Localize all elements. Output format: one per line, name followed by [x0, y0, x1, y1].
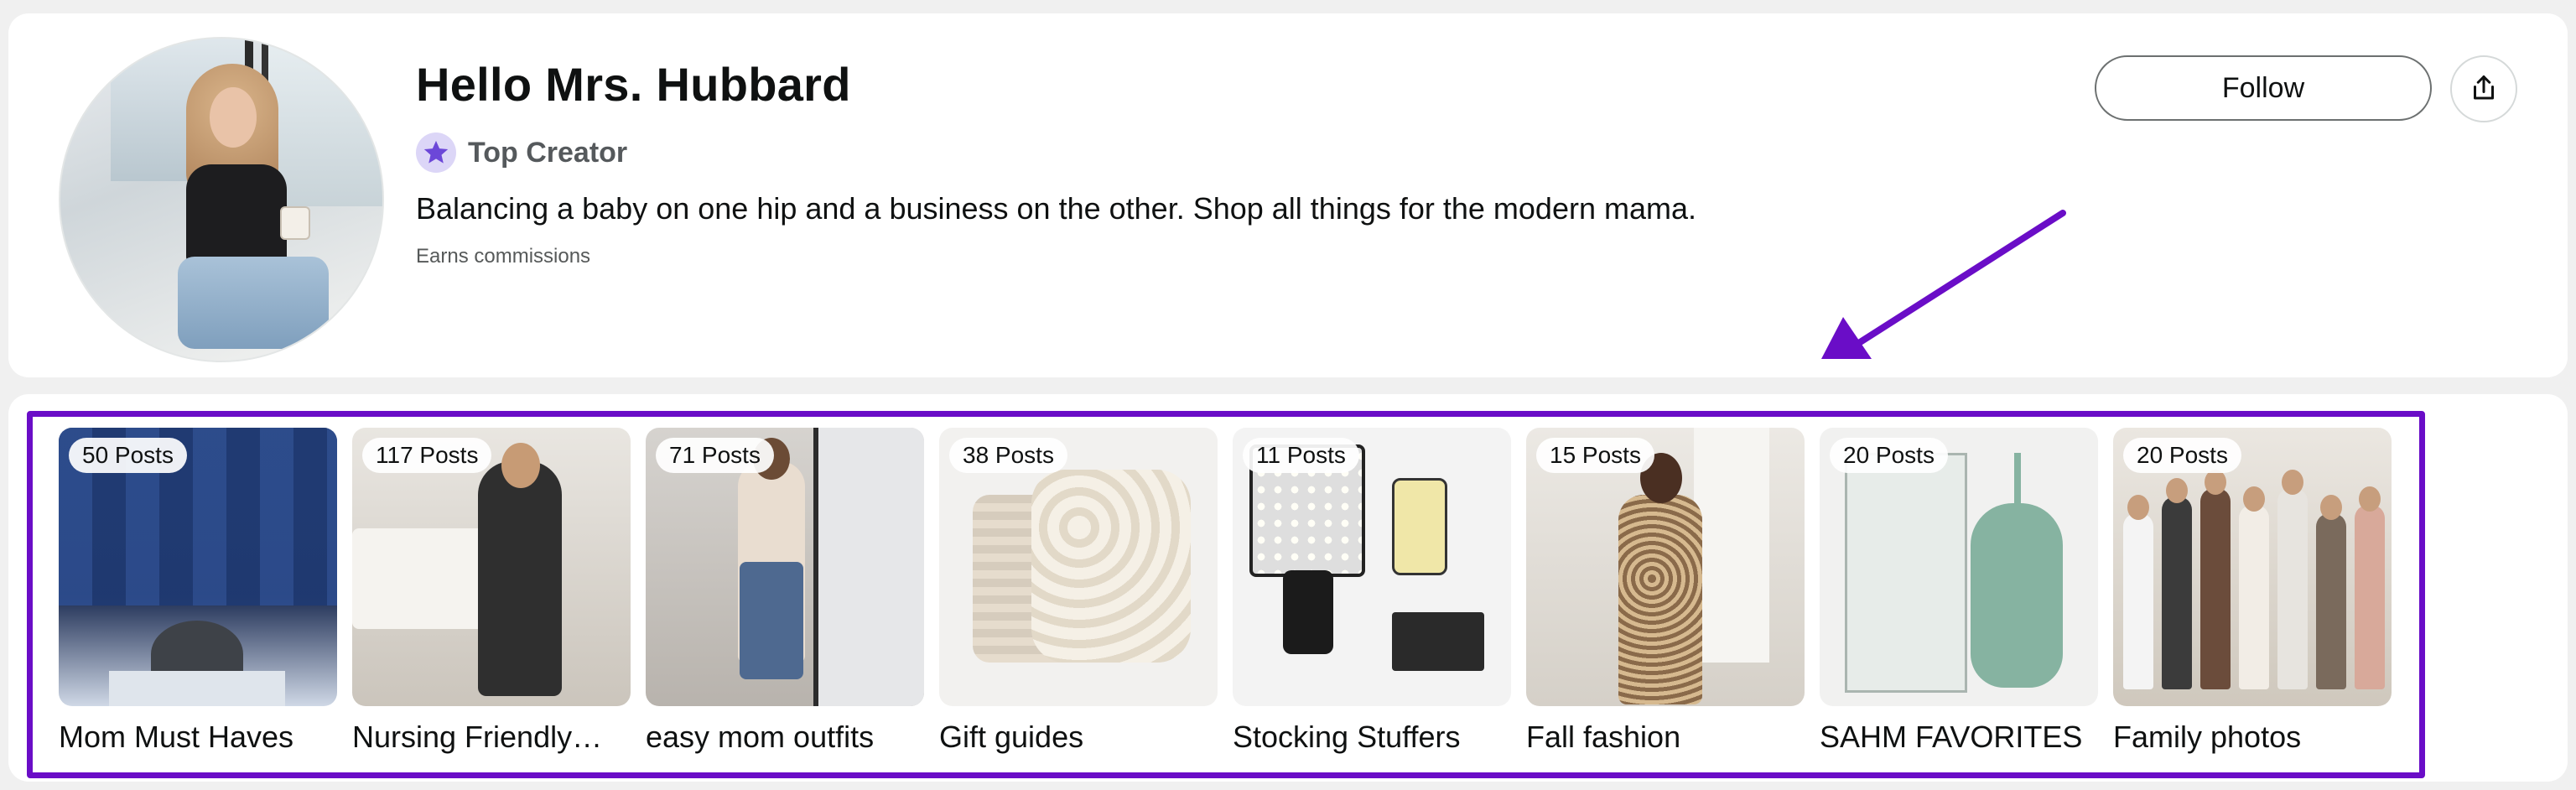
collection-thumbnail[interactable]: 38 Posts — [939, 428, 1218, 706]
top-creator-badge: Top Creator — [416, 133, 627, 173]
collection-thumbnail[interactable]: 71 Posts — [646, 428, 924, 706]
collection-title[interactable]: easy mom outfits — [646, 720, 924, 755]
collection-thumbnail[interactable]: 20 Posts — [1820, 428, 2098, 706]
collection-thumbnail[interactable]: 50 Posts — [59, 428, 337, 706]
posts-count: 20 Posts — [1830, 438, 1948, 473]
posts-count: 38 Posts — [949, 438, 1067, 473]
collection-card[interactable]: 38 Posts Gift guides — [939, 428, 1218, 755]
profile-card: Hello Mrs. Hubbard Top Creator Balancing… — [8, 13, 2568, 377]
posts-count: 50 Posts — [69, 438, 187, 473]
collection-card[interactable]: 20 Posts Family photos — [2113, 428, 2392, 755]
collection-card[interactable]: 50 Posts Mom Must Haves — [59, 428, 337, 755]
annotation-arrow — [1821, 210, 2066, 359]
collection-title[interactable]: Gift guides — [939, 720, 1218, 755]
share-button[interactable] — [2450, 55, 2517, 122]
posts-count: 117 Posts — [362, 438, 492, 473]
collection-thumbnail[interactable]: 117 Posts — [352, 428, 631, 706]
collection-card[interactable]: 117 Posts Nursing Friendly… — [352, 428, 631, 755]
posts-count: 15 Posts — [1536, 438, 1654, 473]
collection-card[interactable]: 20 Posts SAHM FAVORITES — [1820, 428, 2098, 755]
collection-card[interactable]: 11 Posts Stocking Stuffers — [1233, 428, 1511, 755]
page-title: Hello Mrs. Hubbard — [416, 58, 851, 111]
commission-note: Earns commissions — [416, 245, 591, 268]
collection-card[interactable]: 71 Posts easy mom outfits — [646, 428, 924, 755]
share-icon — [2469, 73, 2499, 106]
posts-count: 20 Posts — [2123, 438, 2241, 473]
avatar — [59, 37, 384, 362]
collection-card[interactable]: 15 Posts Fall fashion — [1526, 428, 1805, 755]
collection-thumbnail[interactable]: 20 Posts — [2113, 428, 2392, 706]
posts-count: 11 Posts — [1243, 438, 1359, 473]
collection-thumbnail[interactable]: 15 Posts — [1526, 428, 1805, 706]
collection-title[interactable]: Nursing Friendly… — [352, 720, 631, 755]
collection-thumbnail[interactable]: 11 Posts — [1233, 428, 1511, 706]
collection-title[interactable]: Stocking Stuffers — [1233, 720, 1511, 755]
posts-count: 71 Posts — [656, 438, 774, 473]
profile-bio: Balancing a baby on one hip and a busine… — [416, 191, 1697, 226]
collection-title[interactable]: SAHM FAVORITES — [1820, 720, 2098, 755]
collection-title[interactable]: Fall fashion — [1526, 720, 1805, 755]
collection-title[interactable]: Mom Must Haves — [59, 720, 337, 755]
star-icon — [416, 133, 456, 173]
badge-label: Top Creator — [468, 136, 628, 169]
collection-title[interactable]: Family photos — [2113, 720, 2392, 755]
follow-button[interactable]: Follow — [2095, 55, 2432, 121]
